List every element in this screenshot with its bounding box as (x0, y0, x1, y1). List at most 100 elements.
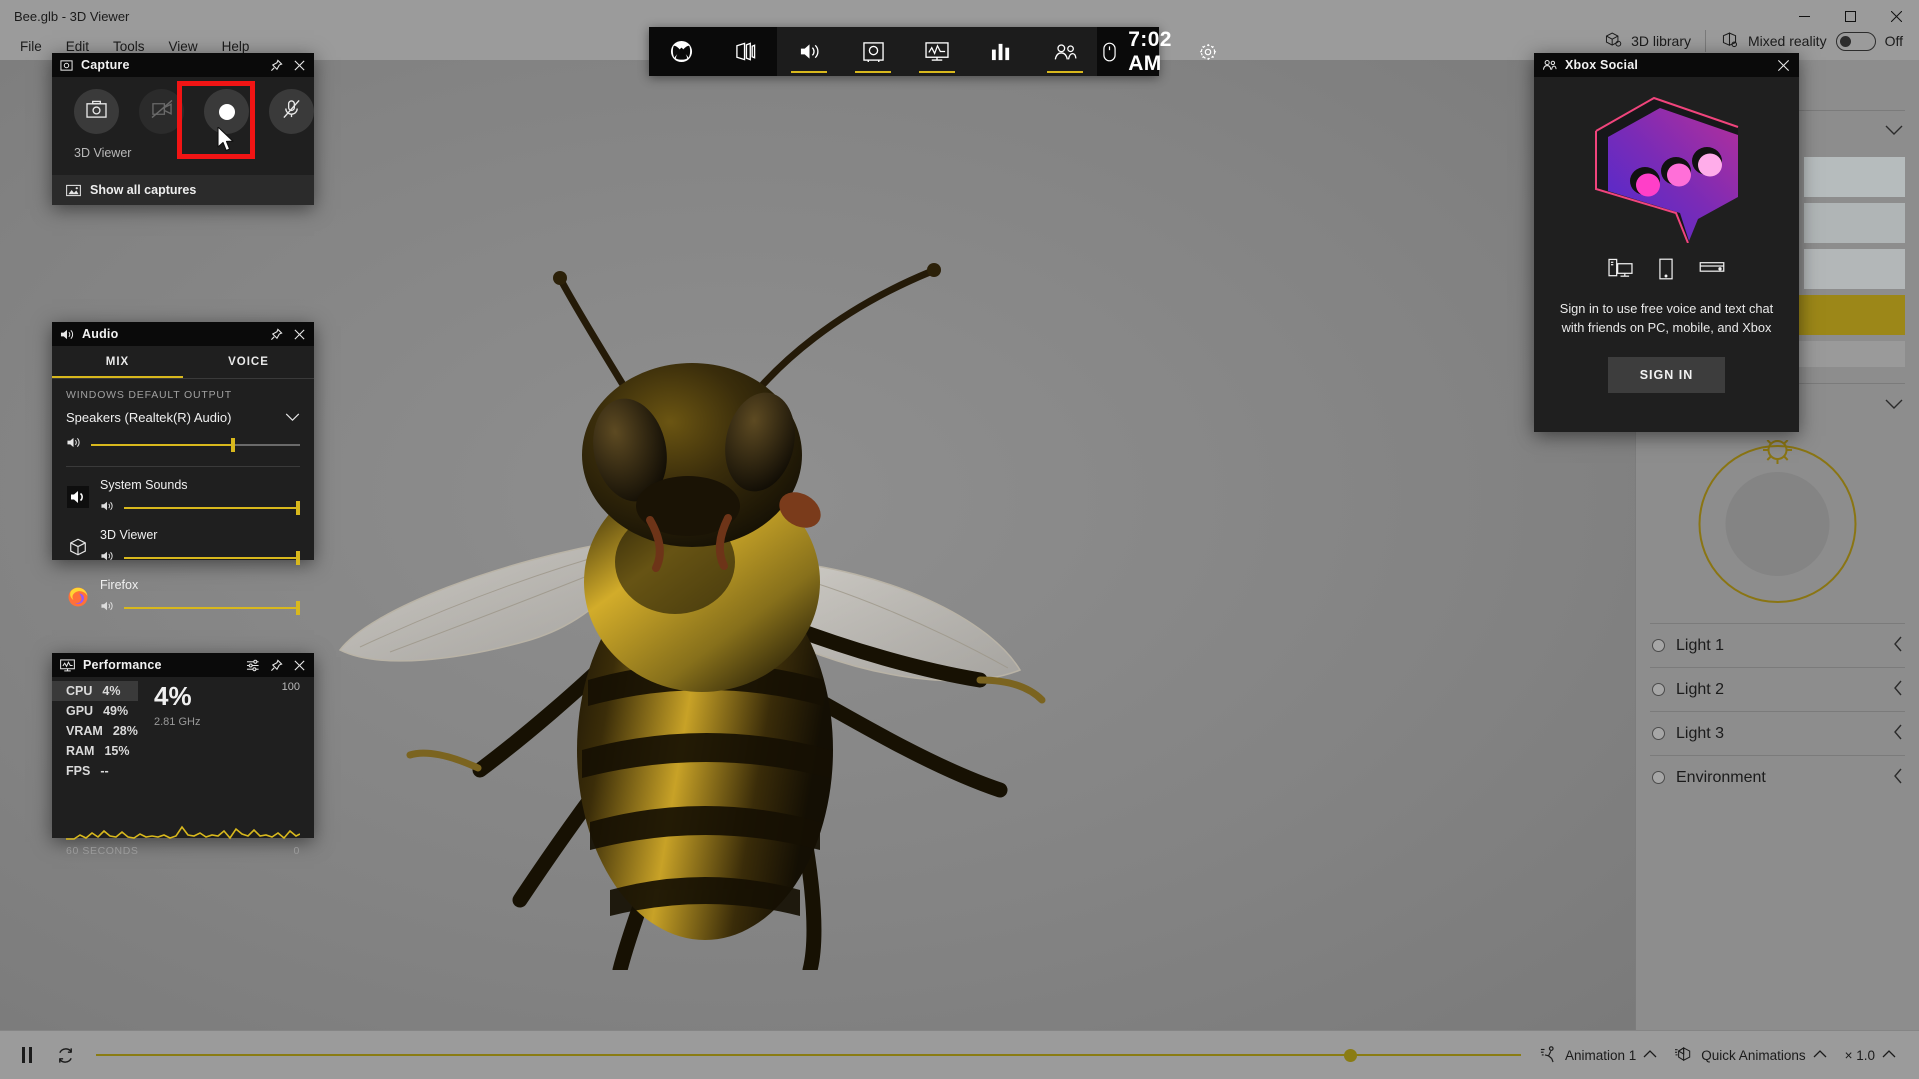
chevron-left-icon[interactable] (1893, 680, 1903, 699)
pin-icon[interactable] (270, 327, 283, 341)
app-volume-slider[interactable] (124, 501, 300, 515)
sidebar-item-light-3[interactable]: Light 3 (1636, 712, 1919, 755)
radio-icon[interactable] (1652, 639, 1665, 652)
mixed-reality-toggle[interactable] (1835, 31, 1876, 51)
preset-swatch[interactable] (1803, 203, 1905, 243)
slider-thumb[interactable] (296, 601, 300, 615)
preset-swatch[interactable] (1803, 157, 1905, 197)
record-clip-disabled-icon (151, 99, 173, 124)
chevron-up-icon[interactable] (1882, 1049, 1896, 1061)
sliders-icon[interactable] (246, 659, 260, 672)
resources-icon[interactable] (969, 27, 1033, 76)
radio-icon[interactable] (1652, 771, 1665, 784)
chevron-left-icon[interactable] (1893, 636, 1903, 655)
audio-widget-header[interactable]: Audio (52, 322, 314, 346)
tab-mix[interactable]: MIX (52, 346, 183, 378)
preset-swatch[interactable] (1803, 249, 1905, 289)
pin-icon[interactable] (270, 58, 283, 72)
app-volume-slider[interactable] (124, 601, 300, 615)
3d-library-label: 3D library (1631, 33, 1691, 49)
tab-voice[interactable]: VOICE (183, 346, 314, 378)
mic-toggle-button[interactable] (269, 89, 314, 134)
chevron-left-icon[interactable] (1893, 724, 1903, 743)
audio-app-3d-viewer[interactable]: 3D Viewer (52, 517, 314, 567)
scrubber-thumb[interactable] (1344, 1048, 1357, 1062)
master-volume-slider[interactable] (91, 438, 300, 452)
quick-animations-label: Quick Animations (1701, 1047, 1806, 1063)
menu-file[interactable]: File (8, 35, 54, 58)
mouse-icon[interactable] (1097, 42, 1122, 62)
sidebar-item-light-1[interactable]: Light 1 (1636, 624, 1919, 667)
metric-gpu[interactable]: GPU 49% (52, 701, 138, 721)
mixed-reality-control[interactable]: Mixed reality Off (1720, 31, 1903, 52)
show-all-captures-button[interactable]: Show all captures (52, 175, 314, 205)
close-icon[interactable] (293, 328, 306, 341)
chevron-up-icon[interactable] (1813, 1049, 1827, 1061)
close-icon[interactable] (293, 659, 306, 672)
close-icon[interactable] (1776, 58, 1791, 73)
metric-cpu[interactable]: CPU 4% (52, 681, 138, 701)
close-icon[interactable] (293, 59, 306, 72)
chevron-down-icon[interactable] (1885, 397, 1903, 413)
radio-icon[interactable] (1652, 727, 1665, 740)
quick-animations-icon (1675, 1045, 1694, 1066)
audio-app-firefox[interactable]: Firefox (52, 567, 314, 617)
audio-widget-title: Audio (82, 327, 119, 341)
capture-icon (60, 59, 73, 72)
chevron-left-icon[interactable] (1893, 768, 1903, 787)
close-button[interactable] (1873, 0, 1919, 32)
radio-icon[interactable] (1652, 683, 1665, 696)
audio-widget[interactable]: Audio MIX VOICE WINDOWS DEFAULT OUTPUT S… (52, 322, 314, 615)
sidebar-item-environment[interactable]: Environment (1636, 756, 1919, 799)
audio-tabs[interactable]: MIX VOICE (52, 346, 314, 378)
performance-widget[interactable]: Performance CPU 4% GPU 49% VRAM 28% RAM … (52, 653, 314, 857)
slider-thumb[interactable] (296, 501, 300, 515)
capture-widget-header[interactable]: Capture (52, 53, 314, 77)
animation-bar[interactable]: Animation 1 Quick Animations × 1.0 (0, 1030, 1919, 1079)
audio-app-system-sounds[interactable]: System Sounds (52, 467, 314, 517)
maximize-button[interactable] (1827, 0, 1873, 32)
capture-widget[interactable]: Capture 3D Viewer Show all captures (52, 53, 314, 205)
social-widget-header[interactable]: Xbox Social (1534, 53, 1799, 77)
quick-animations-selector[interactable]: Quick Animations (1668, 1040, 1833, 1071)
app-volume-slider[interactable] (124, 551, 300, 565)
performance-widget-header[interactable]: Performance (52, 653, 314, 677)
metric-vram[interactable]: VRAM 28% (52, 721, 138, 741)
gamebar-widgets-segment (777, 27, 1097, 76)
chevron-down-icon[interactable] (285, 410, 300, 425)
minimize-button[interactable] (1781, 0, 1827, 32)
sun-icon (1763, 440, 1792, 464)
pin-icon[interactable] (270, 658, 283, 672)
gear-icon[interactable] (1195, 43, 1220, 61)
performance-metric-list[interactable]: CPU 4% GPU 49% VRAM 28% RAM 15% FPS -- (52, 681, 138, 789)
xbox-home-icon[interactable] (649, 27, 713, 76)
light-rotation-dial[interactable] (1636, 426, 1919, 623)
light-2-label: Light 2 (1676, 680, 1725, 698)
capture-icon[interactable] (841, 27, 905, 76)
animation-scrubber[interactable] (96, 1038, 1521, 1072)
audio-icon[interactable] (777, 27, 841, 76)
sign-in-button[interactable]: SIGN IN (1607, 357, 1726, 394)
playback-speed-selector[interactable]: × 1.0 (1838, 1043, 1903, 1068)
scrubber-track[interactable] (96, 1054, 1521, 1056)
slider-thumb[interactable] (231, 438, 236, 452)
performance-icon[interactable] (905, 27, 969, 76)
xbox-social-icon[interactable] (1033, 27, 1097, 76)
metric-ram[interactable]: RAM 15% (52, 741, 138, 761)
xbox-game-bar-toolbar[interactable]: 7:02 AM (649, 27, 1217, 76)
animation-selector[interactable]: Animation 1 (1533, 1040, 1664, 1071)
pause-button[interactable] (8, 1038, 46, 1072)
chevron-up-icon[interactable] (1643, 1049, 1657, 1061)
slider-thumb[interactable] (296, 551, 300, 565)
chevron-down-icon[interactable] (1885, 123, 1903, 139)
sidebar-item-light-2[interactable]: Light 2 (1636, 668, 1919, 711)
loop-button[interactable] (46, 1038, 84, 1072)
output-device-selector[interactable]: Speakers (Realtek(R) Audio) (66, 410, 300, 425)
widget-menu-icon[interactable] (713, 27, 777, 76)
screenshot-button[interactable] (74, 89, 119, 134)
xbox-social-widget[interactable]: Xbox Social Sign in to use free voice an… (1534, 53, 1799, 432)
metric-fps[interactable]: FPS -- (52, 761, 138, 781)
bee-3d-model[interactable] (330, 210, 1090, 970)
3d-library-button[interactable]: 3D library (1604, 31, 1691, 52)
master-volume-row[interactable] (66, 436, 300, 454)
